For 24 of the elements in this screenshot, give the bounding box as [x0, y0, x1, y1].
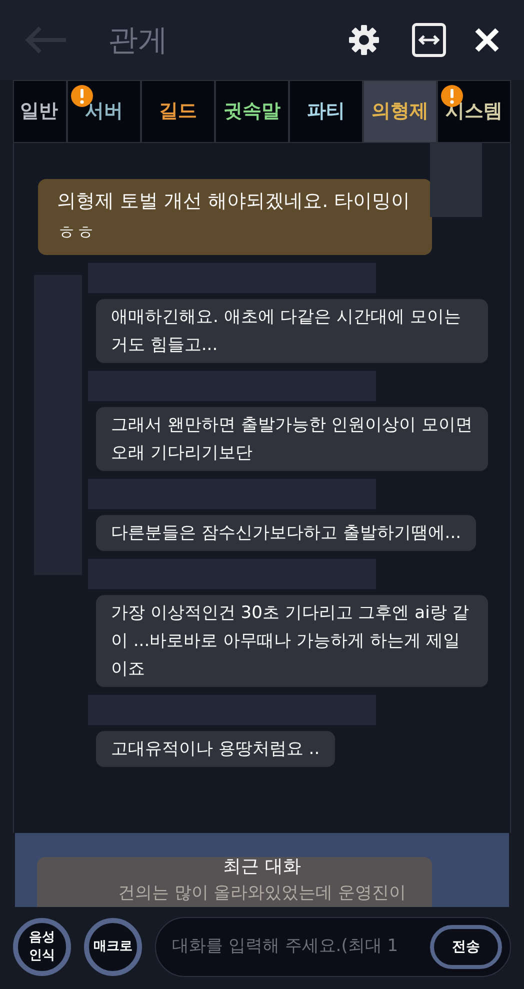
chat-tab[interactable]: 일반: [14, 81, 66, 142]
settings-icon[interactable]: [348, 24, 380, 56]
send-button[interactable]: 전송: [430, 925, 502, 969]
chat-tab[interactable]: 의형제: [364, 81, 436, 142]
chat-input-field[interactable]: 대화를 입력해 주세요.(최대 1 전송: [155, 917, 511, 977]
chat-tab[interactable]: 귓속말: [216, 81, 288, 142]
close-icon[interactable]: [474, 27, 500, 53]
resize-icon[interactable]: [412, 23, 446, 57]
recent-chat-banner[interactable]: 최근 대화 건의는 많이 올라와있었는데 운영진이: [15, 833, 509, 907]
recent-chat-label: 최근 대화: [223, 857, 301, 877]
chat-bubble: 의형제 토벌 개선 해야되겠네요. 타이밍이 ㅎㅎ: [38, 179, 432, 255]
window-title: 관게: [108, 22, 168, 60]
chat-bubble: 애매하긴해요. 애초에 다같은 시간대에 모이는거도 힘들고...: [96, 299, 488, 363]
chat-tab[interactable]: 서버: [68, 81, 140, 142]
chat-tab[interactable]: 길드: [142, 81, 214, 142]
chat-tab[interactable]: 파티: [290, 81, 362, 142]
chat-bubble: 다른분들은 잠수신가보다하고 출발하기땜에...: [96, 515, 476, 551]
chat-bubble: 그래서 왠만하면 출발가능한 인원이상이 모이면 오래 기다리기보단: [96, 407, 488, 471]
chat-tab[interactable]: 시스템: [438, 81, 510, 142]
macro-button[interactable]: 매크로: [84, 918, 142, 976]
message-preview: 건의는 많이 올라와있었는데 운영진이: [118, 882, 406, 905]
chat-bubble: 고대유적이나 용땅처럼요 ..: [96, 731, 335, 767]
chat-bubble: 가장 이상적인건 30초 기다리고 그후엔 ai랑 같이 ...바로바로 아무때나 가능하게 하는게 제일이죠: [96, 595, 488, 687]
voice-input-button[interactable]: 음성 인식: [13, 918, 71, 976]
